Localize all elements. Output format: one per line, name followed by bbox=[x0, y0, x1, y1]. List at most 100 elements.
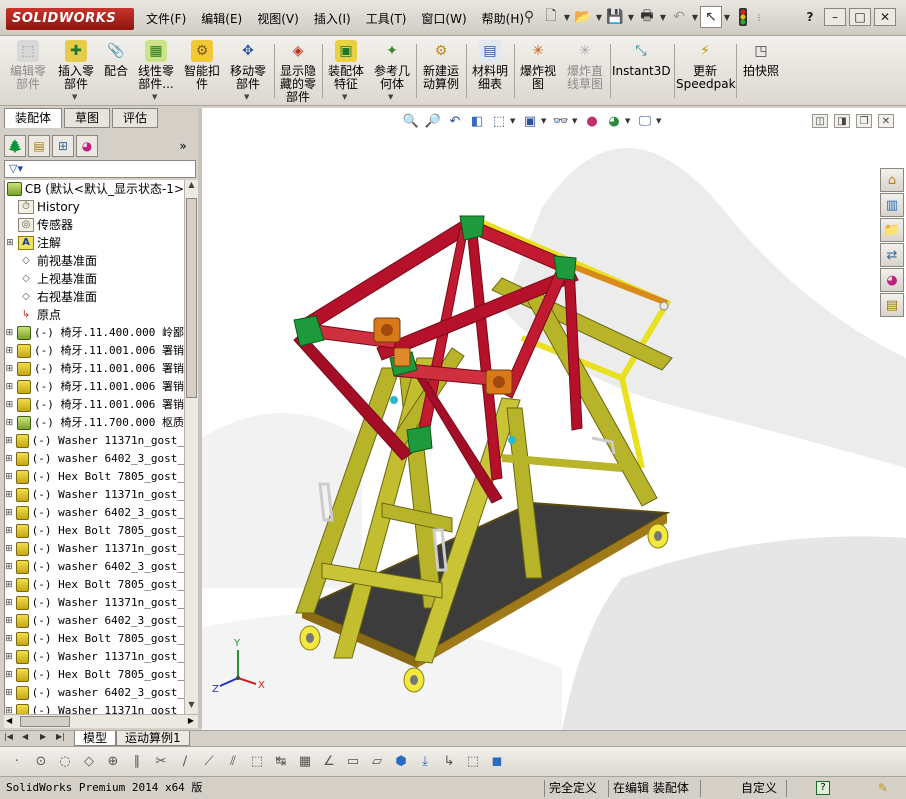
hide-show-items-icon[interactable]: 👓 bbox=[550, 112, 572, 130]
design-library-icon[interactable]: ▥ bbox=[880, 193, 904, 217]
update-speedpak-button[interactable]: ⚡ 更新 Speedpak bbox=[676, 40, 736, 102]
take-snapshot-button[interactable]: ◳ 拍快照 bbox=[738, 40, 784, 102]
hide-show-dropdown-arrow[interactable]: ▼ bbox=[572, 117, 581, 125]
assembly-features-dropdown-arrow[interactable]: ▼ bbox=[342, 91, 347, 104]
open-dropdown-arrow[interactable]: ▼ bbox=[594, 6, 604, 28]
feature-manager-tab-icon[interactable]: 🌲 bbox=[4, 135, 26, 157]
new-document-icon[interactable]: 🗋 bbox=[540, 6, 562, 28]
reference-geometry-button[interactable]: ✦ 参考几 何体 ▼ bbox=[370, 40, 414, 102]
tree-item[interactable]: ◎ 传感器 bbox=[5, 216, 184, 234]
next-tab-arrow[interactable]: ▶ bbox=[40, 732, 46, 741]
expand-toggle-icon[interactable]: ⊞ bbox=[5, 558, 13, 576]
point-icon[interactable]: · bbox=[6, 751, 28, 773]
custom-properties-icon[interactable]: ▤ bbox=[880, 293, 904, 317]
save-dropdown-arrow[interactable]: ▼ bbox=[626, 6, 636, 28]
scroll-thumb[interactable] bbox=[186, 198, 197, 398]
zoom-to-fit-icon[interactable]: 🔍 bbox=[400, 112, 422, 130]
select-dropdown-arrow[interactable]: ▼ bbox=[722, 6, 732, 28]
line-icon[interactable]: ∕ bbox=[174, 751, 196, 773]
tree-item[interactable]: ↳ 原点 bbox=[5, 306, 184, 324]
scroll-up-arrow[interactable]: ▲ bbox=[185, 180, 198, 194]
view-palette-icon[interactable]: ⇄ bbox=[880, 243, 904, 267]
explode-line-sketch-button[interactable]: ✳ 爆炸直 线草图 bbox=[562, 40, 608, 102]
tab-assembly[interactable]: 装配体 bbox=[4, 108, 63, 128]
tree-item[interactable]: ⊞ (-) 椅牙.11.001.006 署销 bbox=[5, 396, 184, 414]
box-icon[interactable]: ⬚ bbox=[462, 751, 484, 773]
horizontal-scroll-thumb[interactable] bbox=[20, 716, 70, 727]
insert-component-dropdown-arrow[interactable]: ▼ bbox=[72, 91, 77, 104]
move-component-button[interactable]: ✥ 移动零 部件 ▼ bbox=[226, 40, 270, 102]
slot-icon[interactable]: ⫽ bbox=[222, 751, 244, 773]
tree-item[interactable]: ⊞ (-) Hex Bolt 7805_gost_ bbox=[5, 630, 184, 648]
caster-wheel[interactable] bbox=[299, 625, 321, 651]
caster-wheel[interactable] bbox=[647, 523, 669, 549]
close-viewport-icon[interactable]: ✕ bbox=[878, 114, 894, 128]
expand-toggle-icon[interactable]: ⊞ bbox=[5, 576, 13, 594]
expand-toggle-icon[interactable]: ⊞ bbox=[5, 432, 13, 450]
split-view-alt-icon[interactable]: ◨ bbox=[834, 114, 850, 128]
expand-toggle-icon[interactable]: ⊞ bbox=[5, 594, 13, 612]
menu-file[interactable]: 文件(F) bbox=[146, 10, 186, 27]
bearing-hub[interactable] bbox=[373, 317, 401, 343]
tree-item[interactable]: ⊞ (-) 椅牙.11.400.000 岭鄙 bbox=[5, 324, 184, 342]
view-settings-dropdown-arrow[interactable]: ▼ bbox=[656, 117, 665, 125]
show-hidden-components-button[interactable]: ◈ 显示隐 藏的零 部件 bbox=[276, 40, 320, 104]
tab-motion-study-1[interactable]: 运动算例1 bbox=[116, 731, 190, 746]
assembly-features-button[interactable]: ▣ 装配体 特征 ▼ bbox=[324, 40, 368, 102]
expand-toggle-icon[interactable]: ⊞ bbox=[5, 684, 13, 702]
property-manager-tab-icon[interactable]: ▤ bbox=[28, 135, 50, 157]
offset-icon[interactable]: ▭ bbox=[342, 751, 364, 773]
trim-icon[interactable]: ✂ bbox=[150, 751, 172, 773]
tree-item[interactable]: ⊞ (-) 椅牙.11.001.006 署销 bbox=[5, 360, 184, 378]
tree-item[interactable]: ⊞ (-) 椅牙.11.700.000 枢质 bbox=[5, 414, 184, 432]
more-options-icon[interactable]: ⋮ bbox=[754, 6, 764, 28]
expand-pane-icon[interactable]: » bbox=[172, 135, 194, 157]
notes-icon[interactable]: ✎ bbox=[878, 780, 888, 797]
rectangle-icon[interactable]: ⬚ bbox=[246, 751, 268, 773]
expand-toggle-icon[interactable]: ⊞ bbox=[5, 612, 13, 630]
expand-toggle-icon[interactable]: ⊞ bbox=[5, 504, 13, 522]
circle-icon[interactable]: ⊙ bbox=[30, 751, 52, 773]
solidworks-resources-icon[interactable]: ⌂ bbox=[880, 168, 904, 192]
tree-item[interactable]: ◇ 前视基准面 bbox=[5, 252, 184, 270]
expand-toggle-icon[interactable]: ⊞ bbox=[5, 360, 14, 378]
apply-scene-dropdown-arrow[interactable]: ▼ bbox=[625, 117, 634, 125]
menu-view[interactable]: 视图(V) bbox=[257, 10, 299, 27]
expand-toggle-icon[interactable]: ⊞ bbox=[5, 324, 14, 342]
tree-item[interactable]: ⊞ A 注解 bbox=[5, 234, 184, 252]
expand-toggle-icon[interactable]: ⊞ bbox=[5, 540, 13, 558]
tree-item[interactable]: ⊞ (-) Hex Bolt 7805_gost_ bbox=[5, 522, 184, 540]
units-status[interactable]: 自定义 bbox=[700, 780, 780, 797]
exploded-view-button[interactable]: ✳ 爆炸视 图 bbox=[516, 40, 560, 102]
close-button[interactable]: ✕ bbox=[874, 8, 896, 26]
centerpoint-icon[interactable]: ⊕ bbox=[102, 751, 124, 773]
convert-entities-icon[interactable]: ▱ bbox=[366, 751, 388, 773]
mate-button[interactable]: 📎 配合 bbox=[100, 40, 132, 102]
gusset-joint[interactable] bbox=[406, 425, 433, 454]
tree-horizontal-scrollbar[interactable]: ◀ ▶ bbox=[4, 714, 198, 728]
first-tab-arrow[interactable]: |◀ bbox=[4, 732, 13, 741]
view-orientation-dropdown-arrow[interactable]: ▼ bbox=[510, 117, 519, 125]
bill-of-materials-button[interactable]: ▤ 材料明 细表 bbox=[468, 40, 512, 102]
caster-wheel[interactable] bbox=[403, 667, 425, 693]
help-status-icon[interactable]: ? bbox=[816, 781, 830, 795]
move-component-dropdown-arrow[interactable]: ▼ bbox=[244, 91, 249, 104]
instant3d-button[interactable]: ⤡ Instant3D bbox=[612, 40, 671, 102]
linear-pattern-button[interactable]: ▦ 线性零 部件... ▼ bbox=[134, 40, 178, 102]
angle-icon[interactable]: ∠ bbox=[318, 751, 340, 773]
reference-geometry-dropdown-arrow[interactable]: ▼ bbox=[388, 91, 393, 104]
tree-item[interactable]: ⊞ (-) washer 6402_3_gost_ bbox=[5, 684, 184, 702]
edit-appearance-icon[interactable]: ● bbox=[581, 112, 603, 130]
expand-toggle-icon[interactable]: ⊞ bbox=[5, 630, 13, 648]
view-orientation-icon[interactable]: ⬚ bbox=[488, 112, 510, 130]
expand-toggle-icon[interactable]: ⊞ bbox=[5, 234, 15, 252]
move-entity-icon[interactable]: ⤓ bbox=[414, 751, 436, 773]
gusset-joint[interactable] bbox=[459, 215, 485, 241]
apply-scene-icon[interactable]: ◕ bbox=[603, 112, 625, 130]
split-view-icon[interactable]: ◫ bbox=[812, 114, 828, 128]
truss-member[interactable] bbox=[466, 227, 503, 481]
tree-item[interactable]: ⏱ History bbox=[5, 198, 184, 216]
undo-dropdown-arrow[interactable]: ▼ bbox=[690, 6, 700, 28]
tree-item[interactable]: ⊞ (-) Washer 11371n_gost_ bbox=[5, 702, 184, 714]
scroll-left-arrow[interactable]: ◀ bbox=[6, 716, 12, 725]
